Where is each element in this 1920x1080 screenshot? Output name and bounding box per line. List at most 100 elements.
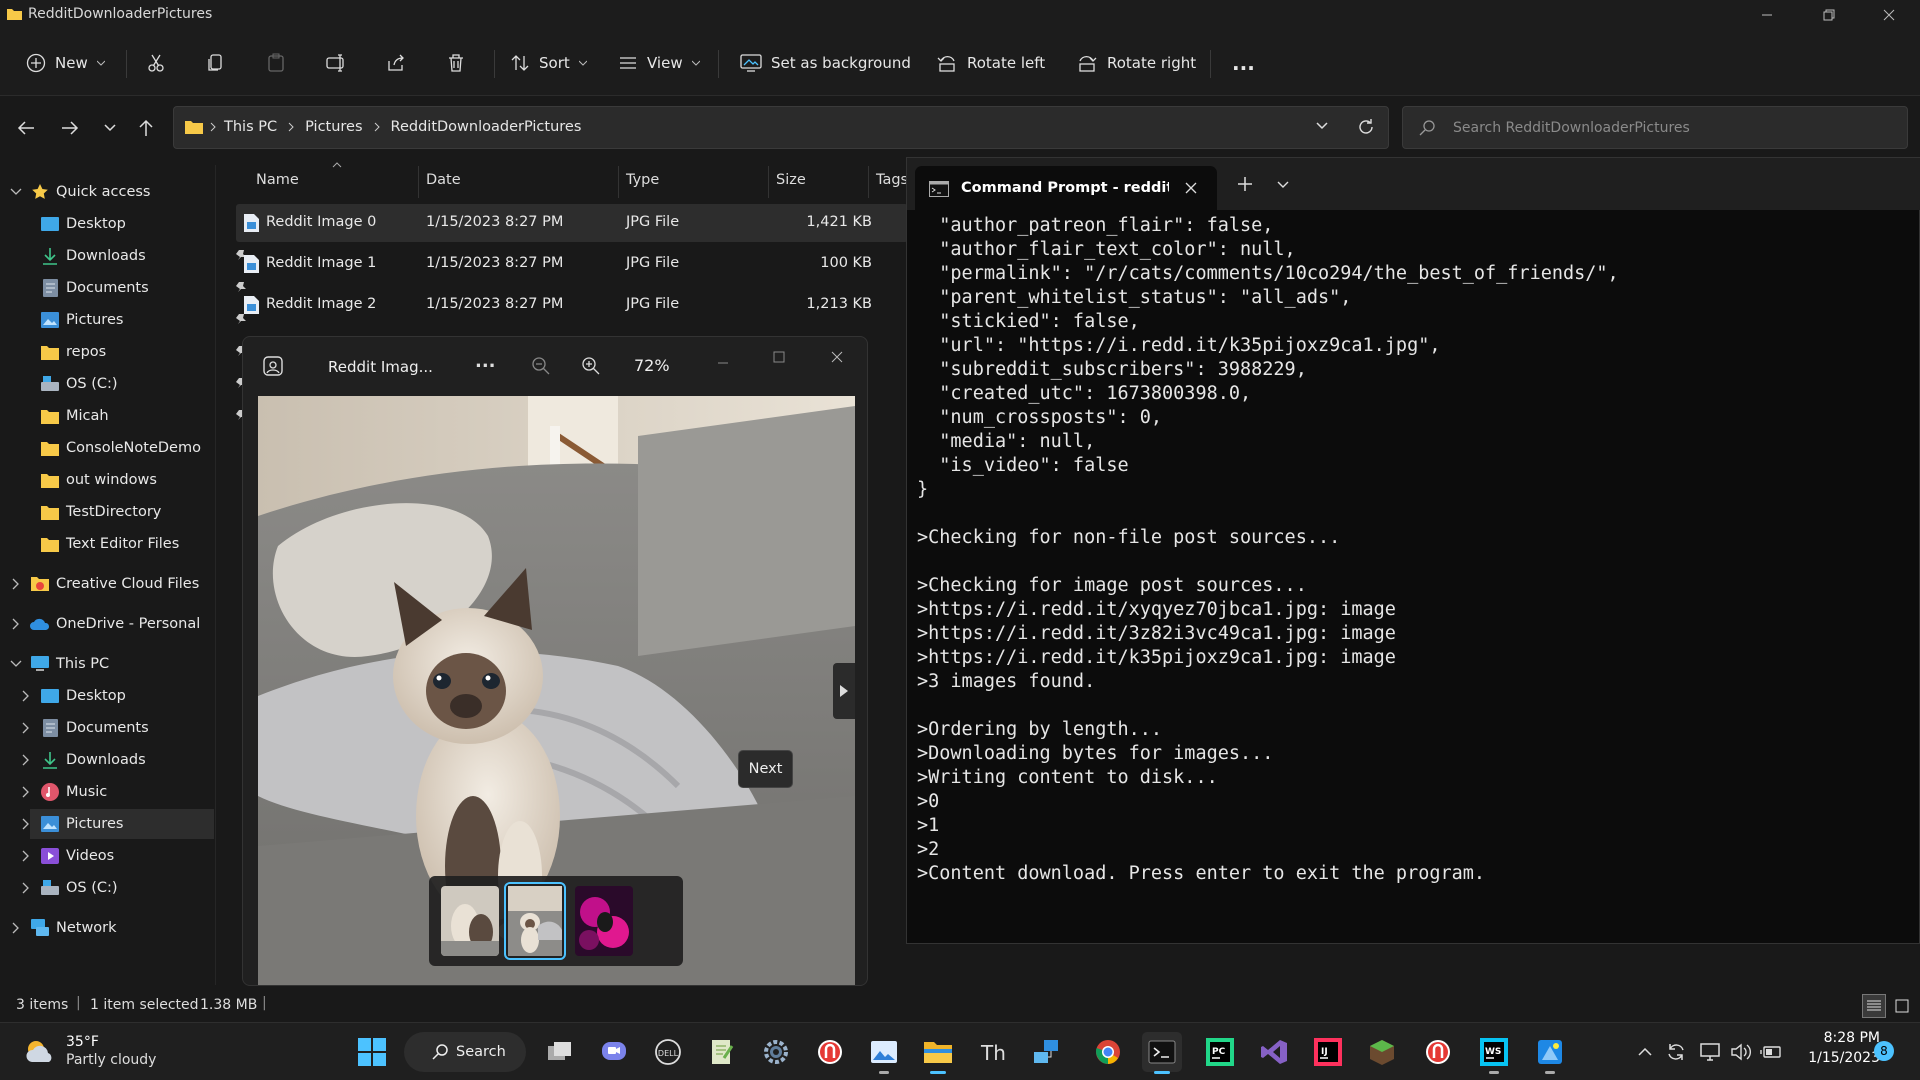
settings-gear-icon[interactable] (756, 1032, 796, 1072)
sidebar-item-pc-music[interactable]: Music (40, 777, 240, 807)
breadcrumb-this-pc[interactable]: This PC (224, 119, 277, 135)
clock-date[interactable]: 1/15/2023 (1800, 1050, 1880, 1066)
battery-icon[interactable] (1760, 1042, 1782, 1062)
notification-badge[interactable]: 8 (1874, 1041, 1894, 1061)
sidebar-item-pc-desktop[interactable]: Desktop (40, 681, 240, 711)
taskbar-search[interactable]: Search (404, 1032, 526, 1072)
sidebar-item-out-windows[interactable]: out windows (40, 465, 240, 495)
webstorm-icon[interactable]: WS (1474, 1032, 1514, 1074)
terminal-tab[interactable]: Command Prompt - redditdov (915, 166, 1217, 210)
file-row[interactable]: Reddit Image 2 1/15/2023 8:27 PM JPG Fil… (236, 286, 908, 324)
thumbnail[interactable] (441, 886, 499, 956)
show-hidden-icons-button[interactable] (1638, 1048, 1652, 1056)
back-button[interactable] (12, 114, 40, 142)
sidebar-item-downloads[interactable]: Downloads (40, 241, 246, 271)
column-header-tags[interactable]: Tags (876, 172, 908, 188)
volume-icon[interactable] (1730, 1042, 1752, 1062)
sidebar-item-pc-documents[interactable]: Documents (40, 713, 240, 743)
visual-studio-icon[interactable] (1254, 1032, 1294, 1072)
breadcrumb-current-folder[interactable]: RedditDownloaderPictures (391, 119, 582, 135)
share-button[interactable] (386, 30, 406, 96)
dell-icon[interactable]: DELL (648, 1032, 688, 1072)
font-app-icon[interactable]: Th (972, 1032, 1012, 1072)
sidebar-item-desktop[interactable]: Desktop (40, 209, 246, 239)
app-red-circle-icon[interactable] (810, 1032, 850, 1072)
minecraft-icon[interactable] (1362, 1032, 1402, 1072)
weather-widget[interactable]: 35°F Partly cloudy (20, 1032, 200, 1072)
sidebar-item-documents[interactable]: Documents (40, 273, 246, 303)
zoom-in-icon[interactable] (582, 357, 600, 375)
file-row[interactable]: Reddit Image 1 1/15/2023 8:27 PM JPG Fil… (236, 245, 908, 283)
rotate-right-button[interactable]: Rotate right (1076, 30, 1196, 96)
rotate-left-button[interactable]: Rotate left (936, 30, 1045, 96)
sidebar-item-pc-downloads[interactable]: Downloads (40, 745, 240, 775)
forward-button[interactable] (56, 114, 84, 142)
search-input[interactable]: Search RedditDownloaderPictures (1402, 106, 1908, 149)
new-tab-button[interactable] (1237, 176, 1253, 192)
terminal-output[interactable]: "author_patreon_flair": false, "author_f… (917, 214, 1907, 886)
details-view-button[interactable] (1862, 994, 1886, 1018)
restore-button[interactable] (1800, 0, 1858, 30)
thumbnail-selected[interactable] (504, 882, 566, 960)
chrome-icon[interactable] (1088, 1032, 1128, 1072)
address-dropdown-icon[interactable] (1316, 122, 1328, 130)
sidebar-item-quick-access[interactable]: Quick access (30, 177, 230, 207)
zoom-out-icon[interactable] (532, 357, 550, 375)
minimize-button[interactable] (1738, 0, 1796, 30)
photo-close-button[interactable] (831, 351, 843, 363)
close-button[interactable] (1860, 0, 1918, 30)
address-bar[interactable]: This PC Pictures RedditDownloaderPicture… (173, 106, 1389, 149)
breadcrumb-pictures[interactable]: Pictures (305, 119, 362, 135)
up-button[interactable] (132, 114, 160, 142)
thumbnail[interactable] (575, 886, 633, 956)
next-photo-button[interactable] (833, 663, 855, 719)
column-header-size[interactable]: Size (776, 172, 806, 188)
sidebar-item-pc-os-c[interactable]: OS (C:) (40, 873, 240, 903)
notepad-plus-icon[interactable] (702, 1032, 742, 1072)
sidebar-item-text-editor-files[interactable]: Text Editor Files (40, 529, 240, 559)
column-header-name[interactable]: Name (256, 172, 299, 188)
teams-chat-icon[interactable] (594, 1032, 634, 1072)
display-icon[interactable] (1700, 1042, 1720, 1062)
sidebar-item-consolenotedemo[interactable]: ConsoleNoteDemo (40, 433, 240, 463)
sidebar-item-creative-cloud[interactable]: Creative Cloud Files (30, 569, 230, 599)
photo-minimize-button[interactable] (717, 357, 729, 369)
file-row[interactable]: Reddit Image 0 1/15/2023 8:27 PM JPG Fil… (236, 204, 908, 242)
recent-locations-button[interactable] (96, 114, 124, 142)
start-button[interactable] (352, 1032, 392, 1072)
network-app-icon[interactable] (1026, 1032, 1066, 1072)
clock-time[interactable]: 8:28 PM (1800, 1030, 1880, 1046)
sidebar-item-testdirectory[interactable]: TestDirectory (40, 497, 240, 527)
tab-dropdown-button[interactable] (1277, 181, 1289, 189)
sidebar-item-onedrive[interactable]: OneDrive - Personal (30, 609, 230, 639)
close-tab-icon[interactable] (1185, 182, 1197, 194)
column-header-type[interactable]: Type (626, 172, 659, 188)
sync-icon[interactable] (1666, 1042, 1686, 1062)
terminal-taskbar-icon[interactable] (1142, 1032, 1182, 1074)
task-view-icon[interactable] (540, 1032, 580, 1072)
photo-more-button[interactable]: ... (475, 351, 496, 372)
file-explorer-icon[interactable] (918, 1032, 958, 1074)
sidebar-item-micah[interactable]: Micah (40, 401, 246, 431)
paint-icon[interactable] (1530, 1032, 1570, 1074)
photos-app-icon[interactable] (864, 1032, 904, 1074)
sort-button[interactable]: Sort (510, 30, 587, 96)
sidebar-item-os-c[interactable]: OS (C:) (40, 369, 246, 399)
refresh-icon[interactable] (1357, 118, 1375, 136)
sidebar-item-network[interactable]: Network (30, 913, 230, 943)
tiles-view-button[interactable] (1890, 994, 1914, 1018)
photo-maximize-button[interactable] (773, 351, 785, 363)
app-red-circle-icon[interactable] (1418, 1032, 1458, 1072)
intellij-icon[interactable]: IJ (1308, 1032, 1348, 1072)
more-options-button[interactable]: ... (1232, 30, 1255, 96)
sidebar-item-pictures[interactable]: Pictures (40, 305, 246, 335)
paste-button[interactable] (266, 30, 286, 96)
view-button[interactable]: View (618, 30, 700, 96)
sidebar-item-repos[interactable]: repos (40, 337, 246, 367)
sidebar-item-pc-pictures[interactable]: Pictures (30, 809, 214, 839)
cut-button[interactable] (146, 30, 166, 96)
delete-button[interactable] (446, 30, 466, 96)
sidebar-item-pc-videos[interactable]: Videos (40, 841, 240, 871)
new-button[interactable]: New (26, 30, 105, 96)
sidebar-item-this-pc[interactable]: This PC (30, 649, 230, 679)
